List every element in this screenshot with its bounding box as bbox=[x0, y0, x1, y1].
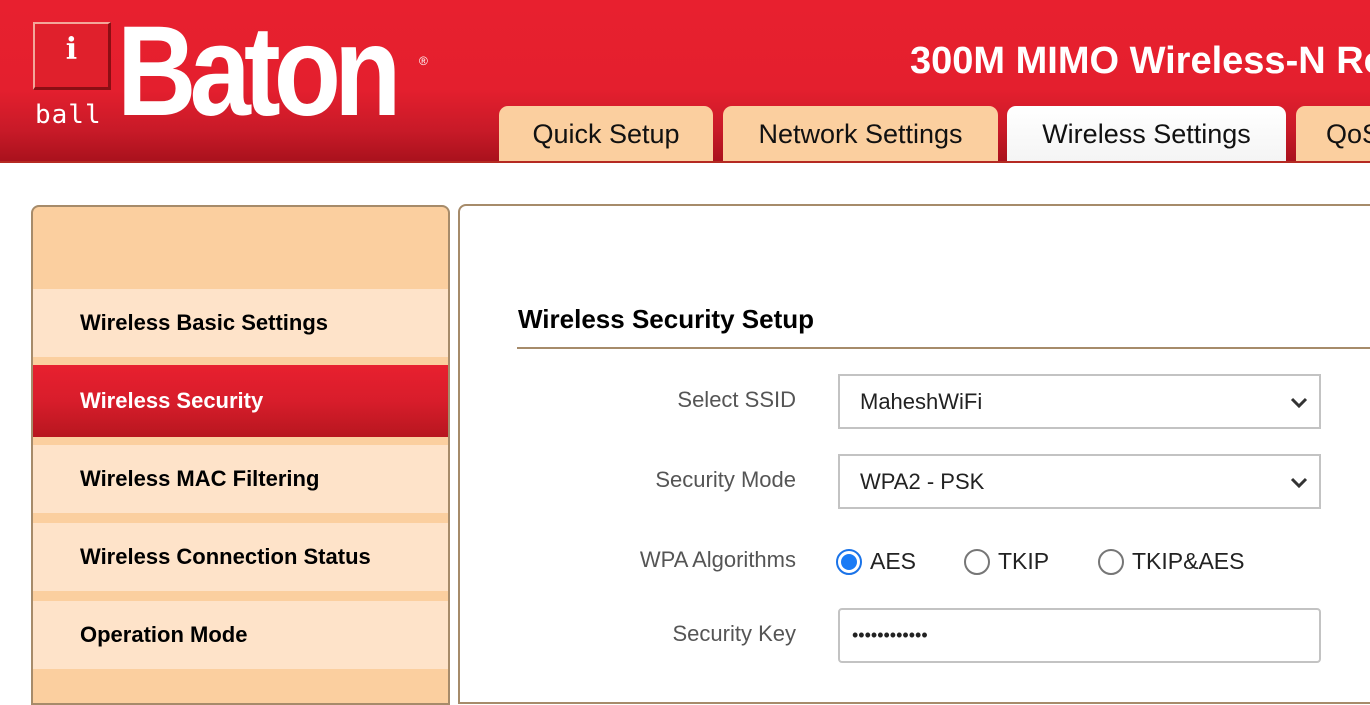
sidebar-item-label: Wireless Connection Status bbox=[80, 544, 371, 569]
sidebar-item-label: Wireless Security bbox=[80, 388, 264, 413]
sidebar-item-wireless-connection-status[interactable]: Wireless Connection Status bbox=[33, 523, 448, 591]
sidebar-item-wireless-security[interactable]: Wireless Security bbox=[33, 365, 448, 437]
security-mode-select[interactable]: WPA2 - PSK bbox=[838, 454, 1321, 509]
ssid-select[interactable]: MaheshWiFi bbox=[838, 374, 1321, 429]
radio-label: AES bbox=[870, 548, 917, 574]
chevron-down-icon bbox=[1290, 397, 1308, 409]
chevron-down-icon bbox=[1290, 477, 1308, 489]
radio-tkip-aes[interactable]: TKIP&AES bbox=[1098, 548, 1244, 575]
ssid-value: MaheshWiFi bbox=[860, 388, 983, 414]
security-key-input[interactable]: •••••••••••• bbox=[838, 608, 1321, 663]
sidebar-item-label: Wireless MAC Filtering bbox=[80, 466, 320, 491]
radio-label: TKIP bbox=[998, 548, 1050, 574]
wpa-algorithms-label: WPA Algorithms bbox=[639, 547, 796, 572]
sidebar-item-wireless-mac-filtering[interactable]: Wireless MAC Filtering bbox=[33, 445, 448, 513]
radio-label: TKIP&AES bbox=[1132, 548, 1245, 574]
section-divider bbox=[517, 347, 1370, 349]
sidebar-item-wireless-basic-settings[interactable]: Wireless Basic Settings bbox=[33, 289, 448, 357]
security-key-value: •••••••••••• bbox=[852, 625, 928, 645]
tab-label: QoS bbox=[1326, 119, 1370, 149]
radio-aes[interactable]: AES bbox=[836, 548, 916, 575]
security-key-label: Security Key bbox=[672, 621, 797, 646]
registered-mark: ® bbox=[419, 54, 428, 68]
ssid-label: Select SSID bbox=[677, 387, 796, 412]
radio-unchecked-icon[interactable] bbox=[964, 548, 990, 575]
tab-label: Quick Setup bbox=[532, 119, 680, 149]
tab-label: Wireless Settings bbox=[1042, 119, 1251, 149]
tab-network-settings[interactable]: Network Settings bbox=[723, 106, 998, 163]
tab-label: Network Settings bbox=[758, 119, 963, 149]
tab-wireless-settings[interactable]: Wireless Settings bbox=[1007, 106, 1286, 163]
tab-qos[interactable]: QoS bbox=[1296, 106, 1370, 163]
logo-letter: i bbox=[65, 32, 78, 67]
security-mode-label: Security Mode bbox=[655, 467, 796, 492]
radio-tkip[interactable]: TKIP bbox=[964, 548, 1049, 575]
tab-quick-setup[interactable]: Quick Setup bbox=[499, 106, 713, 163]
section-title: Wireless Security Setup bbox=[518, 304, 814, 334]
sidebar-menu: Wireless Basic Settings Wireless Securit… bbox=[31, 205, 450, 705]
header-banner: i ball Baton ® 300M MIMO Wireless-N Rout… bbox=[0, 0, 1370, 163]
security-mode-value: WPA2 - PSK bbox=[860, 468, 985, 494]
main-tabs: Quick Setup Network Settings Wireless Se… bbox=[0, 106, 1370, 163]
sidebar-item-label: Operation Mode bbox=[80, 622, 248, 647]
radio-unchecked-icon[interactable] bbox=[1098, 548, 1124, 575]
sidebar-item-label: Wireless Basic Settings bbox=[80, 310, 329, 335]
sidebar-item-operation-mode[interactable]: Operation Mode bbox=[33, 601, 448, 669]
logo-box: i bbox=[33, 22, 111, 90]
product-title: 300M MIMO Wireless-N Router bbox=[910, 40, 1370, 82]
content-panel: Wireless Security Setup Select SSID Mahe… bbox=[458, 204, 1370, 704]
radio-checked-icon[interactable] bbox=[836, 548, 862, 575]
